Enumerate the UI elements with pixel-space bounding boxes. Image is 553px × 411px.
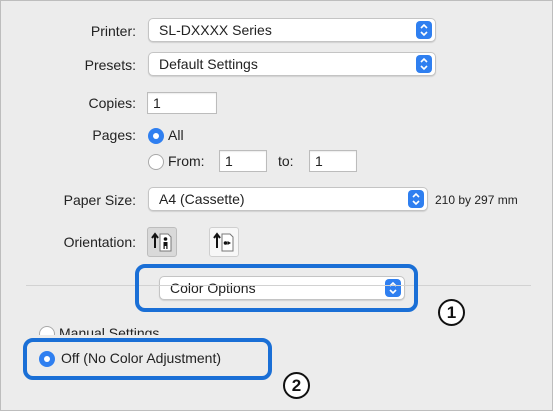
callout-number-2: 2 bbox=[283, 372, 310, 399]
orientation-label: Orientation: bbox=[63, 234, 136, 250]
printer-label: Printer: bbox=[90, 23, 136, 39]
paper-size-label: Paper Size: bbox=[63, 192, 136, 208]
presets-value: Default Settings bbox=[159, 56, 258, 72]
copies-value: 1 bbox=[153, 95, 161, 111]
chevron-up-down-icon bbox=[408, 190, 424, 208]
pages-label: Pages: bbox=[92, 127, 136, 143]
pages-to-input[interactable]: 1 bbox=[309, 150, 357, 172]
pages-to-label: to: bbox=[278, 153, 294, 169]
pages-all-label: All bbox=[168, 127, 184, 143]
pages-from-label: From: bbox=[168, 153, 205, 169]
callout-highlight-1 bbox=[135, 264, 418, 312]
orientation-portrait-button[interactable] bbox=[147, 227, 177, 257]
printer-value: SL-DXXXX Series bbox=[159, 22, 272, 38]
pages-from-value: 1 bbox=[225, 153, 233, 169]
pages-from-radio[interactable] bbox=[148, 154, 164, 170]
copies-label: Copies: bbox=[88, 95, 136, 111]
print-dialog: Printer: SL-DXXXX Series Presets: Defaul… bbox=[0, 0, 553, 411]
callout-number-1: 1 bbox=[438, 299, 465, 326]
paper-dimensions: 210 by 297 mm bbox=[435, 193, 518, 207]
orientation-landscape-button[interactable] bbox=[209, 227, 239, 257]
pages-all-radio[interactable] bbox=[148, 128, 164, 144]
paper-size-value: A4 (Cassette) bbox=[159, 191, 245, 207]
copies-input[interactable]: 1 bbox=[147, 92, 217, 114]
printer-select[interactable]: SL-DXXXX Series bbox=[148, 18, 436, 42]
paper-size-select[interactable]: A4 (Cassette) bbox=[148, 187, 428, 211]
presets-select[interactable]: Default Settings bbox=[148, 52, 436, 76]
chevron-up-down-icon bbox=[416, 55, 432, 73]
pages-to-value: 1 bbox=[315, 153, 323, 169]
callout-highlight-2 bbox=[23, 338, 272, 380]
presets-label: Presets: bbox=[84, 57, 136, 73]
pages-from-input[interactable]: 1 bbox=[219, 150, 267, 172]
chevron-up-down-icon bbox=[416, 21, 432, 39]
